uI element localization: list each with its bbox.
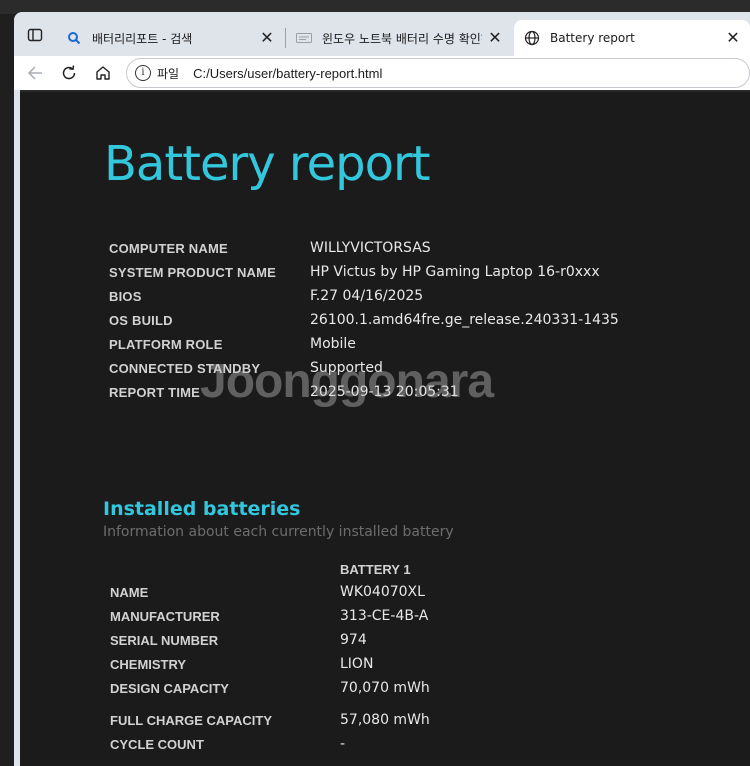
battery-value: 57,080 mWh xyxy=(340,712,430,728)
battery-value: WK04070XL xyxy=(340,584,425,600)
browser-window: 배터리리포트 - 검색 ✕ 윈도우 노트북 배터리 수명 확인하 ✕ Batte… xyxy=(14,12,750,766)
info-key: CONNECTED STANDBY xyxy=(109,361,261,376)
refresh-icon xyxy=(62,65,76,80)
page-icon xyxy=(296,30,312,46)
page-content: Battery report COMPUTER NAME WILLYVICTOR… xyxy=(20,90,750,766)
info-key: PLATFORM ROLE xyxy=(109,337,223,352)
tab-strip: 배터리리포트 - 검색 ✕ 윈도우 노트북 배터리 수명 확인하 ✕ Batte… xyxy=(14,12,750,56)
home-button[interactable] xyxy=(90,60,116,86)
globe-icon xyxy=(524,30,540,46)
tab-label: Battery report xyxy=(550,31,635,45)
search-icon xyxy=(66,30,82,46)
battery-key: DESIGN CAPACITY xyxy=(110,681,229,696)
info-key: COMPUTER NAME xyxy=(109,241,228,256)
info-value: F.27 04/16/2025 xyxy=(310,288,424,304)
tab-close-button[interactable]: ✕ xyxy=(258,29,276,47)
info-icon[interactable]: i xyxy=(135,65,151,81)
info-value: WILLYVICTORSAS xyxy=(310,240,431,256)
tab-actions-icon xyxy=(27,28,43,42)
battery-key: CYCLE COUNT xyxy=(110,737,204,752)
battery-value: LION xyxy=(340,656,374,672)
info-key: REPORT TIME xyxy=(109,385,201,400)
tab-actions-button[interactable] xyxy=(22,22,48,48)
address-bar[interactable]: i 파일 C:/Users/user/battery-report.html xyxy=(126,58,750,88)
info-value: 2025-09-13 20:05:31 xyxy=(310,384,459,400)
info-key: SYSTEM PRODUCT NAME xyxy=(109,265,277,280)
battery-key: MANUFACTURER xyxy=(110,609,220,624)
info-value: 26100.1.amd64fre.ge_release.240331-1435 xyxy=(310,312,619,328)
tab-search[interactable]: 배터리리포트 - 검색 ✕ xyxy=(56,20,284,56)
tab-close-button[interactable]: ✕ xyxy=(724,29,742,47)
battery-value: - xyxy=(340,736,346,752)
tab-article[interactable]: 윈도우 노트북 배터리 수명 확인하 ✕ xyxy=(286,20,512,56)
arrow-left-icon xyxy=(27,66,42,80)
battery-value: 974 xyxy=(340,632,367,648)
battery-key: SERIAL NUMBER xyxy=(110,633,219,648)
address-scheme-label: 파일 xyxy=(157,66,180,81)
info-key: OS BUILD xyxy=(109,313,173,328)
info-value: Mobile xyxy=(310,336,356,352)
page-title: Battery report xyxy=(104,136,431,192)
info-value: Supported xyxy=(310,360,383,376)
browser-toolbar: i 파일 C:/Users/user/battery-report.html xyxy=(14,56,750,90)
battery-key: FULL CHARGE CAPACITY xyxy=(110,713,273,728)
tab-close-button[interactable]: ✕ xyxy=(486,29,504,47)
battery-key: NAME xyxy=(110,585,149,600)
info-value: HP Victus by HP Gaming Laptop 16-r0xxx xyxy=(310,264,600,280)
back-button[interactable] xyxy=(22,60,48,86)
address-url[interactable]: C:/Users/user/battery-report.html xyxy=(193,66,382,81)
battery-value: 313-CE-4B-A xyxy=(340,608,429,624)
info-key: BIOS xyxy=(109,289,142,304)
tab-label: 윈도우 노트북 배터리 수명 확인하 xyxy=(322,31,482,46)
section-subtitle: Information about each currently install… xyxy=(103,524,454,540)
battery-key: CHEMISTRY xyxy=(110,657,187,672)
tab-battery-report[interactable]: Battery report ✕ xyxy=(514,20,750,56)
refresh-button[interactable] xyxy=(56,60,82,86)
battery-value: 70,070 mWh xyxy=(340,680,430,696)
home-icon xyxy=(96,66,110,80)
tab-label: 배터리리포트 - 검색 xyxy=(92,31,193,46)
section-title: Installed batteries xyxy=(103,498,301,520)
battery-column-header: BATTERY 1 xyxy=(340,562,411,577)
